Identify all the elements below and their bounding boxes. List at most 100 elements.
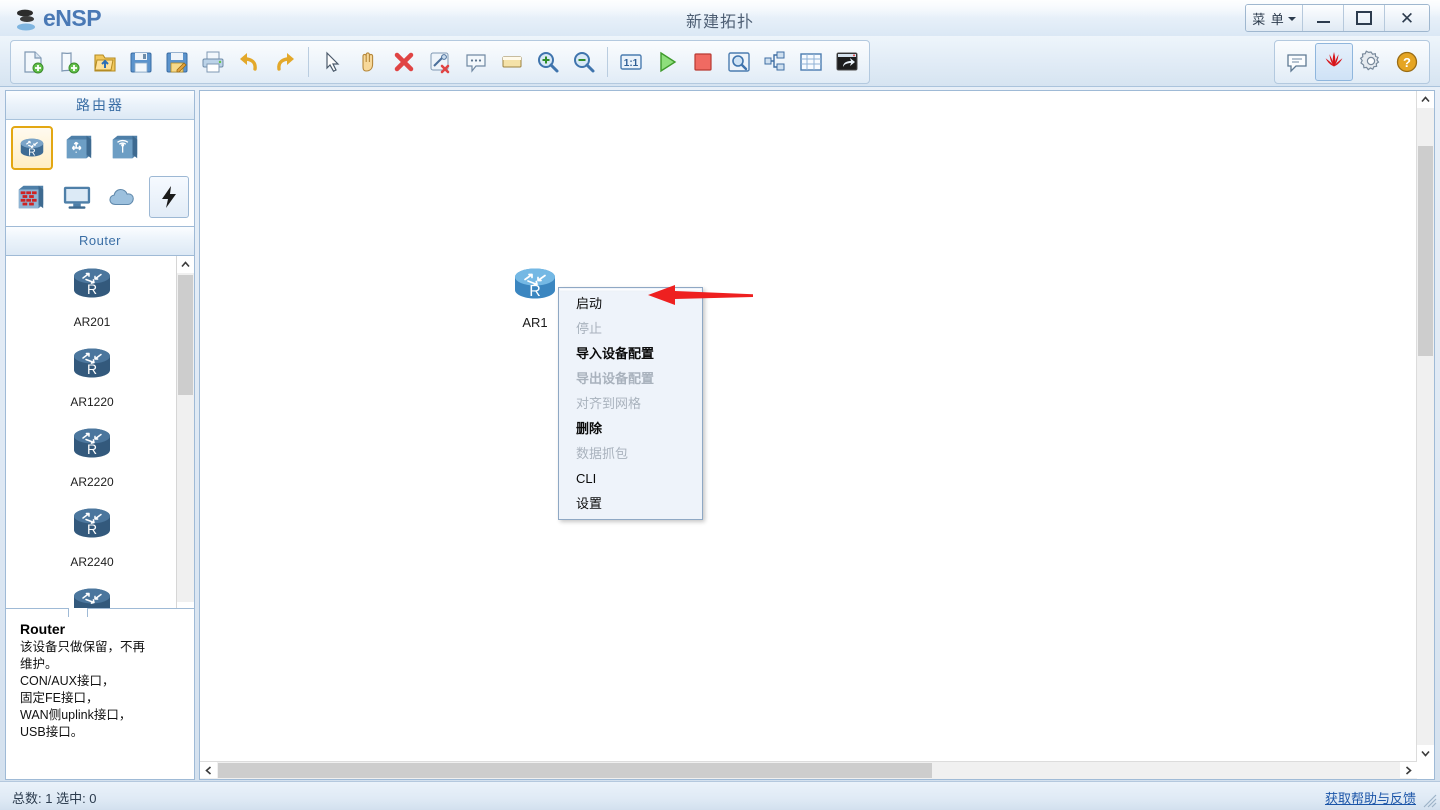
category-terminal[interactable] <box>57 176 97 218</box>
grid-icon[interactable] <box>793 44 829 80</box>
resize-grip[interactable] <box>1423 794 1437 808</box>
context-menu-item-export-config: 导出设备配置 <box>576 371 655 386</box>
category-panel: 路由器 R <box>5 90 195 227</box>
toolbar-separator-2 <box>607 47 608 77</box>
save-icon[interactable] <box>123 44 159 80</box>
device-list-scrollbar[interactable] <box>176 256 194 619</box>
canvas-vertical-scroll-thumb[interactable] <box>1418 146 1433 356</box>
canvas-scroll-left-icon[interactable] <box>200 762 217 778</box>
menu-button[interactable]: 菜 单 <box>1246 5 1303 31</box>
window-title: 新建拓扑 <box>685 14 754 31</box>
context-menu-item-delete[interactable]: 删除 <box>559 416 702 441</box>
menu-button-label: 菜 单 <box>1252 11 1285 27</box>
svg-text:1:1: 1:1 <box>624 58 639 69</box>
svg-text:R: R <box>529 283 541 300</box>
description-line: 该设备只做保留，不再 <box>20 640 146 654</box>
canvas-scroll-down-icon[interactable] <box>1417 745 1434 762</box>
minimize-icon <box>1316 21 1330 23</box>
zoom-in-icon[interactable] <box>530 44 566 80</box>
scroll-up-arrow-icon[interactable] <box>177 256 194 273</box>
description-line: 固定FE接口， <box>20 691 99 705</box>
device-group-header: Router <box>5 227 195 256</box>
toolbar-left-group: 1:1 <box>10 40 870 84</box>
close-icon: ✕ <box>1399 8 1415 28</box>
save-as-icon[interactable] <box>159 44 195 80</box>
svg-text:R: R <box>87 361 97 377</box>
canvas-scroll-right-icon[interactable] <box>1400 762 1417 778</box>
window-controls: 菜 单 ✕ <box>1245 4 1430 32</box>
screenshot-icon[interactable] <box>829 44 865 80</box>
canvas-horizontal-scroll-thumb[interactable] <box>218 763 932 778</box>
description-panel-notch <box>68 608 88 617</box>
topology-canvas[interactable]: R AR1 启动 停止 导入设备配置 导出设备配置 对齐到网格 删除 数据抓包 … <box>199 90 1435 780</box>
help-icon[interactable]: ? <box>1389 44 1425 80</box>
context-menu-item-cli[interactable]: CLI <box>559 466 702 491</box>
open-folder-icon[interactable] <box>87 44 123 80</box>
zoom-reset-icon[interactable]: 1:1 <box>613 44 649 80</box>
topology-tree-icon[interactable] <box>757 44 793 80</box>
ensp-application-window: eNSP 新建拓扑 菜 单 ✕ 1:1 ? 路由器 R Router R AR2… <box>0 0 1440 810</box>
svg-text:?: ? <box>1403 55 1411 70</box>
device-item-label: AR2240 <box>70 555 114 569</box>
description-line: USB接口。 <box>20 725 84 739</box>
canvas-surface[interactable]: R AR1 启动 停止 导入设备配置 导出设备配置 对齐到网格 删除 数据抓包 … <box>200 91 1417 762</box>
zoom-out-icon[interactable] <box>566 44 602 80</box>
device-item-label: AR2220 <box>70 475 114 489</box>
router-node-label: AR1 <box>522 315 548 330</box>
settings-gear-icon[interactable] <box>1353 44 1389 80</box>
device-item-ar2240[interactable]: R AR2240 <box>6 502 178 582</box>
description-line: WAN侧uplink接口， <box>20 708 132 722</box>
new-topology-icon[interactable] <box>15 44 51 80</box>
description-body: 该设备只做保留，不再 维护。 CON/AUX接口， 固定FE接口， WAN侧up… <box>20 639 186 741</box>
maximize-button[interactable] <box>1344 5 1385 31</box>
context-menu-item-settings[interactable]: 设置 <box>559 491 702 516</box>
huawei-logo-icon[interactable] <box>1315 43 1353 81</box>
description-line: 维护。 <box>20 657 58 671</box>
pointer-icon[interactable] <box>314 44 350 80</box>
print-icon[interactable] <box>195 44 231 80</box>
category-firewall[interactable] <box>11 176 51 218</box>
undo-icon[interactable] <box>231 44 267 80</box>
delete-icon[interactable] <box>386 44 422 80</box>
capture-icon[interactable] <box>721 44 757 80</box>
canvas-vertical-scrollbar[interactable] <box>1416 91 1434 762</box>
device-item-ar1220[interactable]: R AR1220 <box>6 342 178 422</box>
svg-text:R: R <box>87 441 97 457</box>
device-item-label: AR1220 <box>70 395 114 409</box>
device-list: R AR201 R AR1220 R AR2220 R AR2240 <box>5 256 195 620</box>
category-switch[interactable] <box>59 126 99 168</box>
new-tab-icon[interactable] <box>51 44 87 80</box>
hand-icon[interactable] <box>350 44 386 80</box>
toolbar-right-group: ? <box>1274 40 1430 84</box>
context-menu-item-import-config[interactable]: 导入设备配置 <box>559 341 702 366</box>
minimize-button[interactable] <box>1303 5 1344 31</box>
device-item-ar2220[interactable]: R AR2220 <box>6 422 178 502</box>
description-line: CON/AUX接口， <box>20 674 115 688</box>
category-wlan[interactable] <box>105 126 145 168</box>
stop-all-icon[interactable] <box>685 44 721 80</box>
maximize-icon <box>1356 11 1372 25</box>
category-router[interactable]: R <box>11 126 53 170</box>
context-menu-item-start[interactable]: 启动 <box>559 291 702 316</box>
device-list-scroll-thumb[interactable] <box>178 275 193 395</box>
canvas-scroll-up-icon[interactable] <box>1417 91 1434 108</box>
canvas-horizontal-scrollbar[interactable] <box>200 761 1417 779</box>
feedback-icon[interactable] <box>1279 44 1315 80</box>
redo-icon[interactable] <box>267 44 303 80</box>
device-item-ar201[interactable]: R AR201 <box>6 262 178 342</box>
device-item-label: AR201 <box>73 315 111 329</box>
start-all-icon[interactable] <box>649 44 685 80</box>
shape-rect-icon[interactable] <box>494 44 530 80</box>
context-menu-item-align-to-grid: 对齐到网格 <box>576 396 642 411</box>
svg-text:R: R <box>28 148 35 159</box>
router-node-ar1[interactable]: R AR1 <box>508 263 562 330</box>
context-menu-item-capture: 数据抓包 <box>576 446 629 461</box>
category-cloud[interactable] <box>103 176 143 218</box>
device-context-menu[interactable]: 启动 停止 导入设备配置 导出设备配置 对齐到网格 删除 数据抓包 CLI 设置 <box>558 287 703 520</box>
help-feedback-link[interactable]: 获取帮助与反馈 <box>1325 788 1416 807</box>
category-custom[interactable] <box>149 176 189 218</box>
comment-icon[interactable] <box>458 44 494 80</box>
remove-link-icon[interactable] <box>422 44 458 80</box>
context-menu-item-stop: 停止 <box>576 321 603 336</box>
close-button[interactable]: ✕ <box>1385 5 1429 31</box>
